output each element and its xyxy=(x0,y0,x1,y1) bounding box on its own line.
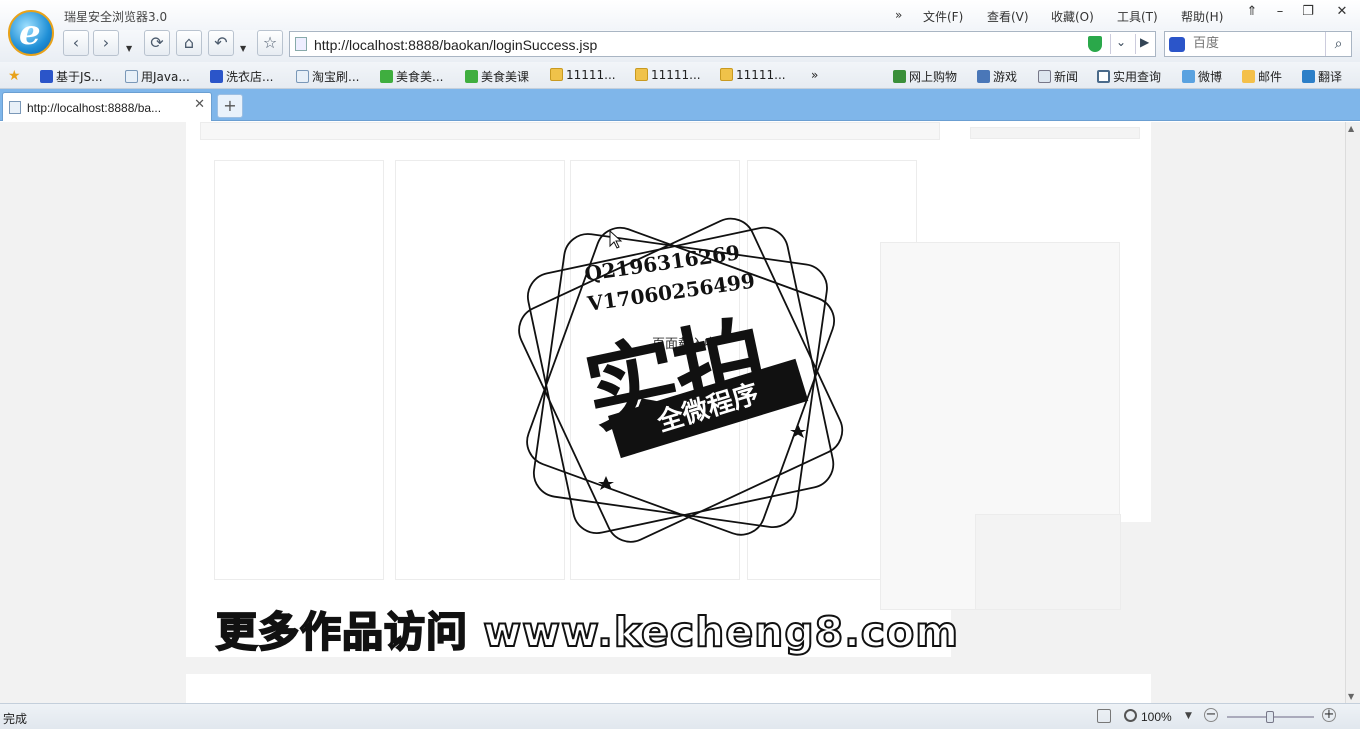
favorites-more-button[interactable]: » xyxy=(811,68,818,82)
tab-close-icon[interactable]: ✕ xyxy=(194,97,205,112)
restore-button[interactable]: ❐ xyxy=(1297,2,1319,22)
close-window-button[interactable]: ✕ xyxy=(1331,2,1353,22)
minimize-button[interactable]: – xyxy=(1269,2,1291,22)
add-favorite-button[interactable]: ☆ xyxy=(257,30,283,56)
history-dropdown-icon[interactable]: ▼ xyxy=(126,44,132,53)
favorite-item[interactable]: 美食美课 xyxy=(465,68,529,85)
refresh-button[interactable]: ⟳ xyxy=(144,30,170,56)
menu-more[interactable]: » xyxy=(895,8,902,22)
zoom-icon[interactable] xyxy=(1124,709,1137,722)
iqiyi-icon xyxy=(380,70,393,83)
security-shield-icon[interactable] xyxy=(1088,36,1102,52)
favorite-folder[interactable]: 11111... xyxy=(550,68,616,82)
undo-dropdown-icon[interactable]: ▼ xyxy=(240,44,246,53)
app-title: 瑞星安全浏览器3.0 xyxy=(64,10,168,24)
quick-link-weibo[interactable]: 微博 xyxy=(1182,68,1222,85)
favorite-folder[interactable]: 11111... xyxy=(635,68,701,82)
weibo-icon xyxy=(1182,70,1195,83)
new-tab-button[interactable]: + xyxy=(217,94,243,118)
favorites-star-icon[interactable]: ★ xyxy=(8,68,21,84)
undo-close-button[interactable]: ↶ xyxy=(208,30,234,56)
favorites-bar: ★ 基于JS... 用Java... 洗衣店... 淘宝刷... 美食美... … xyxy=(0,62,1360,89)
menu-view[interactable]: 查看(V) xyxy=(987,8,1029,25)
baidu-paw-icon[interactable] xyxy=(1169,37,1185,52)
iqiyi-icon xyxy=(465,70,478,83)
menu-file[interactable]: 文件(F) xyxy=(923,8,963,25)
quick-link-query[interactable]: 实用查询 xyxy=(1097,68,1161,85)
forward-button[interactable]: › xyxy=(93,30,119,56)
page-header-strip xyxy=(200,122,940,140)
search-icon[interactable]: ⌕ xyxy=(1325,32,1351,56)
address-url[interactable]: http://localhost:8888/baokan/loginSucces… xyxy=(314,37,597,53)
menu-help[interactable]: 帮助(H) xyxy=(1181,8,1223,25)
game-icon xyxy=(977,70,990,83)
page-icon xyxy=(125,70,138,83)
menu-tools[interactable]: 工具(T) xyxy=(1117,8,1158,25)
navigation-bar: ‹ › ▼ ⟳ ⌂ ↶ ▼ ☆ http://localhost:8888/ba… xyxy=(0,30,1360,62)
favorite-item[interactable]: 洗衣店... xyxy=(210,68,273,85)
translate-icon xyxy=(1302,70,1315,83)
menu-favorites[interactable]: 收藏(O) xyxy=(1051,8,1094,25)
news-icon xyxy=(1038,70,1051,83)
address-separator xyxy=(1110,34,1111,54)
zoom-out-button[interactable]: − xyxy=(1204,708,1218,722)
favorite-item[interactable]: 淘宝刷... xyxy=(296,68,359,85)
cart-icon xyxy=(893,70,906,83)
go-icon[interactable]: ▶ xyxy=(1140,35,1149,49)
favorite-item[interactable]: 用Java... xyxy=(125,68,190,85)
query-icon xyxy=(1097,70,1110,83)
tab-label: http://localhost:8888/ba... xyxy=(27,101,162,115)
paw-icon xyxy=(40,70,53,83)
page-icon xyxy=(296,70,309,83)
page-icon xyxy=(9,101,21,114)
scroll-down-icon[interactable]: ▼ xyxy=(1348,692,1354,701)
folder-icon xyxy=(550,68,563,81)
status-text: 完成 xyxy=(3,712,28,726)
mail-icon xyxy=(1242,70,1255,83)
address-separator xyxy=(1135,34,1136,54)
watermark-banner: 更多作品访问 www.kecheng8.com xyxy=(215,607,959,657)
folder-icon xyxy=(720,68,733,81)
vertical-scrollbar[interactable]: ▲ ▼ xyxy=(1345,122,1360,703)
quick-link-translate[interactable]: 翻译 xyxy=(1302,68,1342,85)
title-bar: 瑞星安全浏览器3.0 » 文件(F) 查看(V) 收藏(O) 工具(T) 帮助(… xyxy=(0,0,1360,30)
favorite-item[interactable]: 基于JS... xyxy=(40,68,103,85)
quick-link-news[interactable]: 新闻 xyxy=(1038,68,1078,85)
quick-link-shopping[interactable]: 网上购物 xyxy=(893,68,957,85)
scroll-up-icon[interactable]: ▲ xyxy=(1348,124,1354,133)
tab-active[interactable]: http://localhost:8888/ba... ✕ xyxy=(2,92,212,121)
mouse-cursor-icon xyxy=(609,230,623,249)
skin-icon[interactable]: ⇑ xyxy=(1241,2,1263,22)
speaker-icon[interactable] xyxy=(1097,709,1111,723)
search-input[interactable] xyxy=(1193,36,1323,51)
favorite-folder[interactable]: 11111... xyxy=(720,68,786,82)
quick-link-mail[interactable]: 邮件 xyxy=(1242,68,1282,85)
back-button[interactable]: ‹ xyxy=(63,30,89,56)
zoom-dropdown-icon[interactable]: ▼ xyxy=(1185,711,1192,721)
folder-icon xyxy=(635,68,648,81)
address-dropdown-icon[interactable]: ⌄ xyxy=(1116,35,1126,49)
page-footer-panel xyxy=(186,674,1151,703)
zoom-level[interactable]: 100% xyxy=(1141,710,1172,724)
page-side-strip xyxy=(970,127,1140,139)
search-box[interactable]: ⌕ xyxy=(1164,31,1352,57)
address-bar[interactable]: http://localhost:8888/baokan/loginSucces… xyxy=(289,31,1156,57)
page-icon xyxy=(295,37,307,51)
zoom-slider-thumb[interactable] xyxy=(1266,711,1274,723)
tab-bar: http://localhost:8888/ba... ✕ + xyxy=(0,89,1360,121)
zoom-in-button[interactable]: + xyxy=(1322,708,1336,722)
quick-link-games[interactable]: 游戏 xyxy=(977,68,1017,85)
page-column xyxy=(214,160,384,580)
favorite-item[interactable]: 美食美... xyxy=(380,68,443,85)
home-button[interactable]: ⌂ xyxy=(176,30,202,56)
paw-icon xyxy=(210,70,223,83)
page-side-image xyxy=(975,514,1121,610)
browser-logo-icon: e xyxy=(8,10,54,56)
status-bar: 完成 100% ▼ − + xyxy=(0,703,1360,729)
